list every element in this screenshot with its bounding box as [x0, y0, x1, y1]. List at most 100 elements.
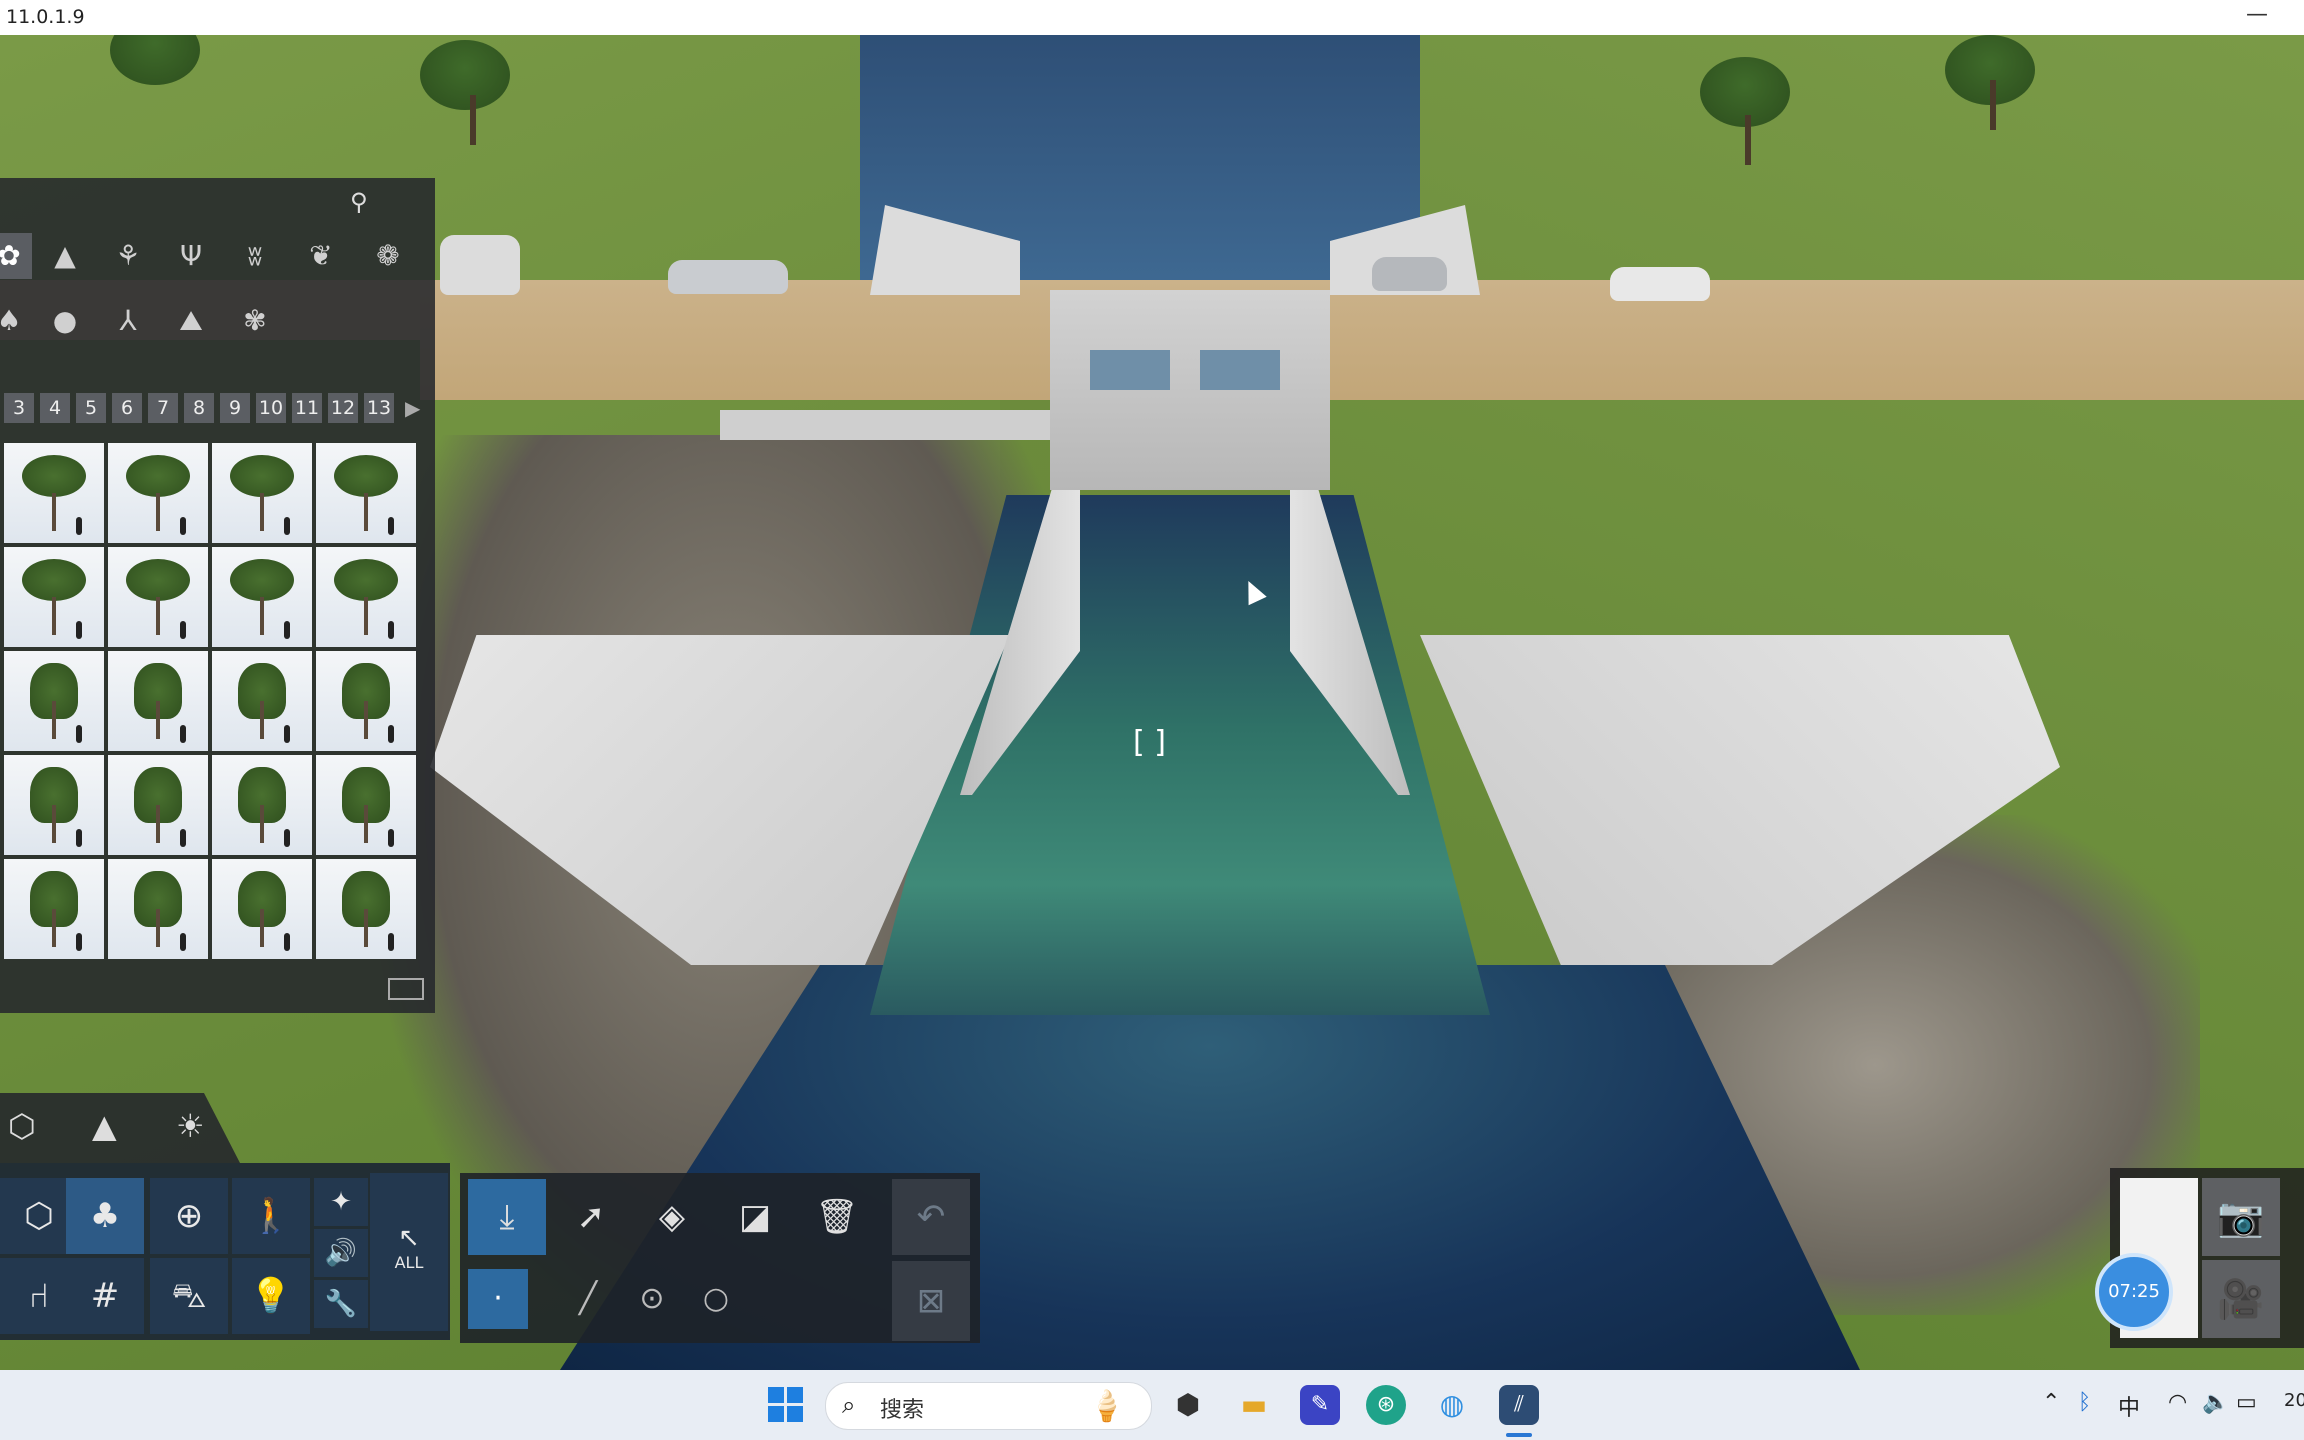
search-icon[interactable]: ⚲ — [350, 188, 368, 216]
material-icon[interactable]: ⬡ — [8, 1107, 36, 1145]
tree-thumbnail[interactable] — [316, 859, 416, 959]
scale-icon[interactable]: ◪ — [716, 1179, 794, 1255]
video-icon[interactable]: 🎥 — [2202, 1260, 2280, 1338]
start-logo-tile — [787, 1387, 803, 1403]
palm-icon[interactable]: ⚘ — [105, 233, 151, 279]
walking-person-icon[interactable]: 🚶 — [232, 1178, 310, 1254]
delete-icon[interactable]: 🗑 — [798, 1179, 876, 1255]
wifi-icon[interactable]: ◠ — [2168, 1390, 2187, 1415]
minimize-button[interactable]: — — [2246, 2, 2268, 27]
small-tree-icon[interactable]: ♠ — [0, 298, 32, 344]
windows-start-icon[interactable] — [768, 1387, 804, 1423]
single-dot-icon[interactable]: · — [468, 1269, 528, 1329]
chevron-up-icon[interactable]: ⌃ — [2042, 1390, 2060, 1415]
tree-thumbnail[interactable] — [212, 443, 312, 543]
folder-icon[interactable]: ▬ — [1234, 1385, 1274, 1425]
tree-crown — [126, 559, 190, 601]
page-button[interactable]: 8 — [184, 393, 214, 423]
tree-trunk — [260, 493, 264, 531]
page-button[interactable]: 4 — [40, 393, 70, 423]
car-model — [668, 260, 788, 294]
wrench-icon[interactable]: 🔧 — [314, 1280, 368, 1328]
leaf-plant-icon[interactable]: ❦ — [298, 233, 344, 279]
tree-thumbnail[interactable] — [316, 443, 416, 543]
tree-thumbnail[interactable] — [108, 547, 208, 647]
page-button[interactable]: 6 — [112, 393, 142, 423]
edit-app-icon[interactable]: ✎ — [1300, 1385, 1340, 1425]
camera-icon[interactable]: 📷 — [2202, 1178, 2280, 1256]
tree-thumbnail[interactable] — [108, 651, 208, 751]
tree-thumbnail[interactable] — [316, 547, 416, 647]
tree-thumbnail[interactable] — [212, 547, 312, 647]
green-app-icon[interactable]: ⊛ — [1366, 1385, 1406, 1425]
circle-icon[interactable]: ○ — [686, 1269, 746, 1329]
page-button[interactable]: 13 — [364, 393, 394, 423]
terrain-icon[interactable]: ▲ — [92, 1107, 117, 1145]
tree-thumbnail[interactable] — [4, 547, 104, 647]
search-icon: ⌕ — [842, 1391, 856, 1419]
flower-bloom-icon[interactable]: ❁ — [365, 233, 411, 279]
bluetooth-icon[interactable]: ᛒ — [2078, 1390, 2091, 1415]
sound-icon[interactable]: 🔊 — [314, 1229, 368, 1277]
tree-add-icon[interactable]: ⊕ — [150, 1178, 228, 1254]
magic-wand-icon[interactable]: ✦ — [314, 1178, 368, 1226]
line-icon[interactable]: ╱ — [558, 1269, 618, 1329]
select-all-button[interactable]: ↖ ALL — [370, 1173, 448, 1331]
object-library-panel: ⚲ ✿ ▲ ⚘ Ψ ʬ ❦ ❁ ♠ ● ⅄ ⛰ ✾ 3 4 5 6 7 8 9 … — [0, 178, 435, 1013]
leaf-drop-icon[interactable]: ● — [42, 298, 88, 344]
light-bulb-icon[interactable]: 💡 — [232, 1258, 310, 1334]
gate-window — [1200, 350, 1280, 390]
tree-thumbnail[interactable] — [108, 859, 208, 959]
cube-app-icon[interactable]: ⬢ — [1168, 1385, 1208, 1425]
tree-thumbnail[interactable] — [316, 651, 416, 751]
battery-icon[interactable]: ▭ — [2236, 1390, 2257, 1415]
branch-icon[interactable]: ⅄ — [105, 298, 151, 344]
page-button[interactable]: 10 — [256, 393, 286, 423]
page-button[interactable]: 11 — [292, 393, 322, 423]
page-button[interactable]: 12 — [328, 393, 358, 423]
select-arrow-icon[interactable]: ➚ — [552, 1179, 630, 1255]
deselect-icon[interactable]: ⊠ — [892, 1261, 970, 1341]
car-model — [1610, 267, 1710, 301]
tree-thumbnail[interactable] — [108, 443, 208, 543]
mountain-icon[interactable]: ⛰ — [168, 298, 214, 344]
page-button[interactable]: 3 — [4, 393, 34, 423]
volume-icon[interactable]: 🔈 — [2202, 1390, 2229, 1415]
ime-indicator[interactable]: 中 — [2118, 1390, 2140, 1422]
tree-thumbnail[interactable] — [212, 651, 312, 751]
tree-trunk — [52, 805, 56, 843]
point-icon[interactable]: ⊙ — [622, 1269, 682, 1329]
bare-tree-icon[interactable]: Ψ — [168, 233, 214, 279]
undo-icon[interactable]: ↶ — [892, 1179, 970, 1255]
tree-thumbnail[interactable] — [316, 755, 416, 855]
timer-badge[interactable]: 07:25 — [2095, 1253, 2173, 1331]
car-icon[interactable]: ⛍ — [150, 1258, 228, 1334]
place-icon[interactable]: ⤓ — [468, 1179, 546, 1255]
tree-thumbnail[interactable] — [4, 443, 104, 543]
tree-icon[interactable]: ♣ — [66, 1178, 144, 1254]
next-page-icon[interactable]: ▶ — [405, 393, 420, 423]
tree-thumbnail[interactable] — [212, 859, 312, 959]
fern-icon[interactable]: ✾ — [232, 298, 278, 344]
fence-icon[interactable]: # — [66, 1258, 144, 1334]
browser-icon[interactable]: ◍ — [1432, 1385, 1472, 1425]
tree-thumbnail[interactable] — [4, 859, 104, 959]
page-button[interactable]: 7 — [148, 393, 178, 423]
taskbar-search[interactable]: ⌕ 搜索 🍦 — [825, 1382, 1152, 1430]
sun-icon[interactable]: ☀ — [176, 1107, 205, 1145]
tree-thumbnail[interactable] — [4, 755, 104, 855]
lumion-icon[interactable]: ⫽ — [1499, 1385, 1539, 1425]
conifer-icon[interactable]: ▲ — [42, 233, 88, 279]
page-button[interactable]: 5 — [76, 393, 106, 423]
rotate-icon[interactable]: ◈ — [633, 1179, 711, 1255]
grass-icon[interactable]: ʬ — [232, 233, 278, 279]
panel-toggle-icon[interactable] — [388, 978, 424, 1000]
tree-thumbnail[interactable] — [212, 755, 312, 855]
tree-trunk — [52, 493, 56, 531]
page-button[interactable]: 9 — [220, 393, 250, 423]
tree-thumbnail[interactable] — [4, 651, 104, 751]
flower-icon[interactable]: ✿ — [0, 233, 32, 279]
tree-trunk — [156, 701, 160, 739]
tree-thumbnail[interactable] — [108, 755, 208, 855]
clock-text[interactable]: 20 — [2284, 1390, 2304, 1411]
